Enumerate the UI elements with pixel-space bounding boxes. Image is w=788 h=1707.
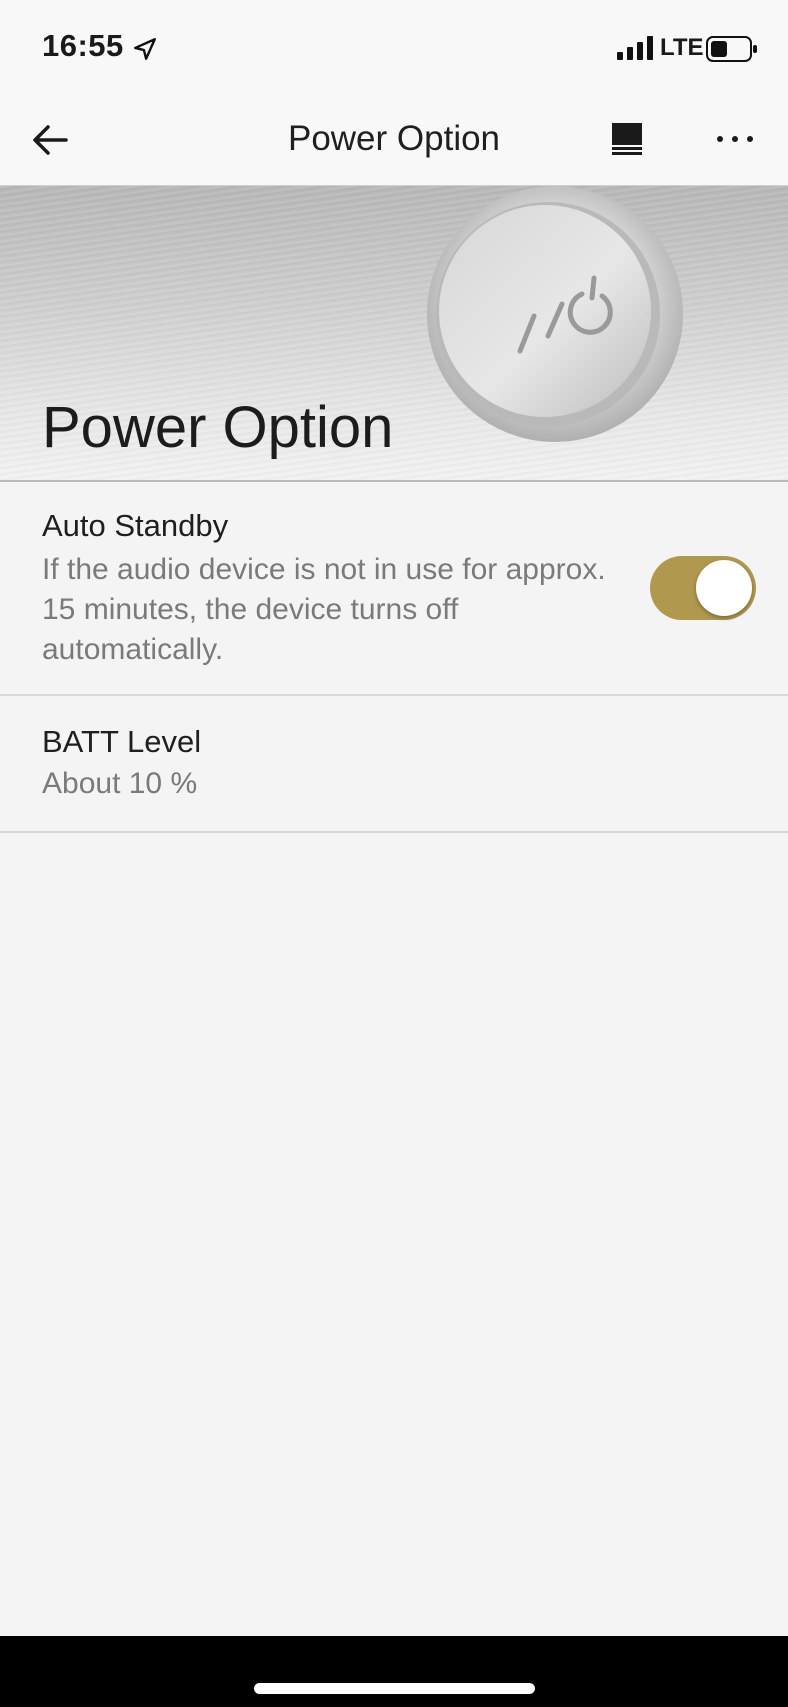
hero-title: Power Option <box>42 395 394 460</box>
more-dots-icon[interactable] <box>712 119 758 161</box>
list-view-icon[interactable] <box>608 119 650 161</box>
network-type-label: LTE <box>660 34 704 61</box>
auto-standby-description: If the audio device is not in use for ap… <box>42 553 606 666</box>
home-indicator[interactable] <box>254 1683 535 1694</box>
signal-bars-icon <box>617 36 653 60</box>
page-title: Power Option <box>287 119 501 158</box>
status-time: 16:55 <box>42 28 124 63</box>
navigation-bar: Power Option <box>0 95 788 186</box>
power-button-icon <box>427 186 683 442</box>
settings-row-batt-level: BATT Level About 10 % <box>0 696 788 833</box>
settings-row-auto-standby[interactable]: Auto Standby If the audio device is not … <box>0 482 788 696</box>
auto-standby-title: Auto Standby <box>42 508 229 543</box>
home-indicator-area <box>0 1636 788 1707</box>
auto-standby-toggle[interactable] <box>650 556 756 620</box>
batt-level-value: About 10 % <box>42 767 198 800</box>
status-bar: 16:55 LTE <box>0 0 788 95</box>
hero-banner: Power Option <box>0 186 788 482</box>
batt-level-title: BATT Level <box>42 724 202 759</box>
toggle-knob <box>696 560 752 616</box>
battery-icon <box>706 36 757 62</box>
location-arrow-icon <box>134 38 156 60</box>
